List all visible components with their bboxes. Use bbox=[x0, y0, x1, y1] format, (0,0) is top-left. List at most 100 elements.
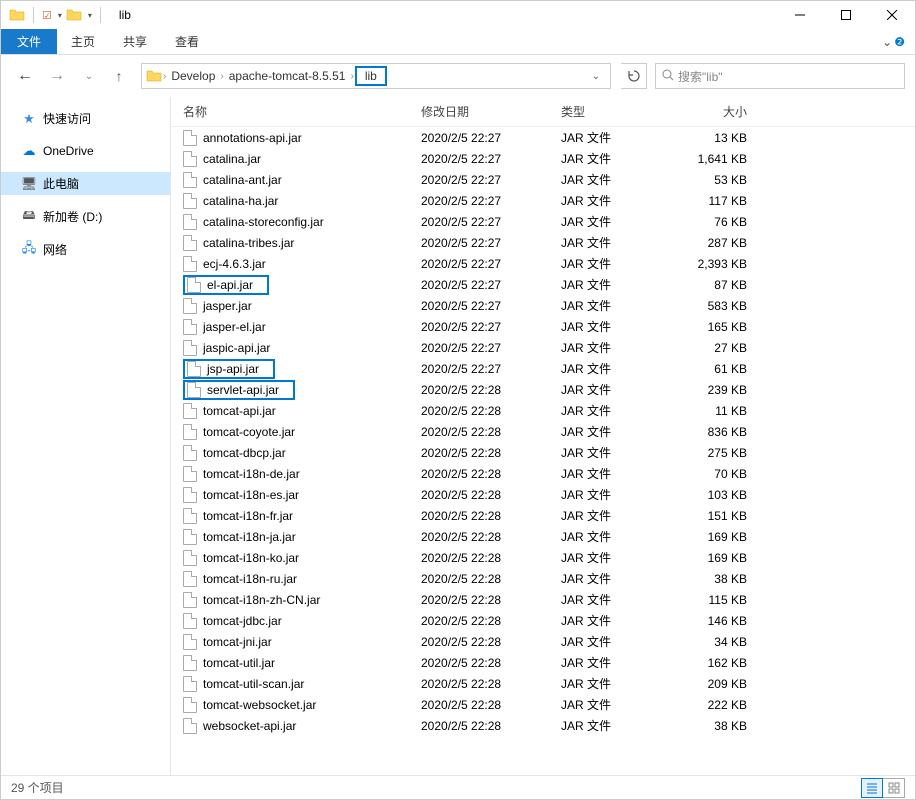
file-size: 38 KB bbox=[681, 719, 761, 733]
file-type: JAR 文件 bbox=[561, 150, 681, 167]
file-row[interactable]: tomcat-coyote.jar2020/2/5 22:28JAR 文件836… bbox=[171, 421, 915, 442]
sidebar-item-network[interactable]: 🖧 网络 bbox=[1, 238, 170, 261]
file-type: JAR 文件 bbox=[561, 486, 681, 503]
sidebar-item-label: 此电脑 bbox=[43, 175, 79, 192]
minimize-button[interactable] bbox=[777, 1, 823, 29]
file-row[interactable]: tomcat-jdbc.jar2020/2/5 22:28JAR 文件146 K… bbox=[171, 610, 915, 631]
file-size: 169 KB bbox=[681, 551, 761, 565]
column-headers: 名称 修改日期 类型 大小 bbox=[171, 97, 915, 127]
file-size: 27 KB bbox=[681, 341, 761, 355]
file-row[interactable]: annotations-api.jar2020/2/5 22:27JAR 文件1… bbox=[171, 127, 915, 148]
file-date: 2020/2/5 22:27 bbox=[421, 257, 561, 271]
maximize-button[interactable] bbox=[823, 1, 869, 29]
file-row[interactable]: tomcat-util.jar2020/2/5 22:28JAR 文件162 K… bbox=[171, 652, 915, 673]
search-placeholder: 搜索"lib" bbox=[678, 68, 723, 85]
file-row[interactable]: catalina-ha.jar2020/2/5 22:27JAR 文件117 K… bbox=[171, 190, 915, 211]
file-name: tomcat-i18n-ko.jar bbox=[203, 551, 299, 565]
details-view-button[interactable] bbox=[861, 778, 883, 798]
file-row[interactable]: jsp-api.jar2020/2/5 22:27JAR 文件61 KB bbox=[171, 358, 915, 379]
tab-share[interactable]: 共享 bbox=[109, 29, 161, 54]
search-input[interactable]: 搜索"lib" bbox=[655, 63, 905, 89]
file-name: tomcat-jdbc.jar bbox=[203, 614, 282, 628]
qat-dropdown-icon[interactable]: ▾ bbox=[58, 11, 62, 20]
file-row[interactable]: tomcat-i18n-ko.jar2020/2/5 22:28JAR 文件16… bbox=[171, 547, 915, 568]
tab-view[interactable]: 查看 bbox=[161, 29, 213, 54]
breadcrumb-item[interactable]: Develop bbox=[167, 67, 219, 85]
refresh-button[interactable] bbox=[621, 63, 647, 89]
file-row[interactable]: tomcat-util-scan.jar2020/2/5 22:28JAR 文件… bbox=[171, 673, 915, 694]
sidebar-item-this-pc[interactable]: 🖥 此电脑 bbox=[1, 172, 170, 195]
file-row[interactable]: tomcat-api.jar2020/2/5 22:28JAR 文件11 KB bbox=[171, 400, 915, 421]
file-row[interactable]: tomcat-i18n-de.jar2020/2/5 22:28JAR 文件70… bbox=[171, 463, 915, 484]
file-size: 117 KB bbox=[681, 194, 761, 208]
file-type: JAR 文件 bbox=[561, 549, 681, 566]
file-icon bbox=[183, 403, 197, 419]
check-icon[interactable]: ☑ bbox=[42, 9, 52, 22]
sidebar-item-onedrive[interactable]: ☁ OneDrive bbox=[1, 140, 170, 162]
title-bar-left: ☑ ▾ ▾ lib bbox=[1, 7, 131, 23]
column-header-date[interactable]: 修改日期 bbox=[421, 103, 561, 120]
file-icon bbox=[187, 382, 201, 398]
file-row[interactable]: tomcat-i18n-fr.jar2020/2/5 22:28JAR 文件15… bbox=[171, 505, 915, 526]
file-type: JAR 文件 bbox=[561, 570, 681, 587]
tab-home[interactable]: 主页 bbox=[57, 29, 109, 54]
file-row[interactable]: websocket-api.jar2020/2/5 22:28JAR 文件38 … bbox=[171, 715, 915, 736]
file-row[interactable]: tomcat-i18n-zh-CN.jar2020/2/5 22:28JAR 文… bbox=[171, 589, 915, 610]
sidebar-item-label: 网络 bbox=[43, 241, 67, 258]
sidebar-item-new-volume[interactable]: 🖴 新加卷 (D:) bbox=[1, 205, 170, 228]
file-type: JAR 文件 bbox=[561, 213, 681, 230]
file-name: catalina-ha.jar bbox=[203, 194, 278, 208]
file-row[interactable]: tomcat-i18n-es.jar2020/2/5 22:28JAR 文件10… bbox=[171, 484, 915, 505]
file-row[interactable]: tomcat-jni.jar2020/2/5 22:28JAR 文件34 KB bbox=[171, 631, 915, 652]
network-icon: 🖧 bbox=[21, 242, 37, 258]
icons-view-button[interactable] bbox=[883, 778, 905, 798]
window-controls bbox=[777, 1, 915, 29]
ribbon-expand-button[interactable]: ⌄ ❷ bbox=[872, 29, 915, 54]
file-row[interactable]: tomcat-i18n-ru.jar2020/2/5 22:28JAR 文件38… bbox=[171, 568, 915, 589]
file-icon bbox=[183, 424, 197, 440]
column-header-name[interactable]: 名称 bbox=[171, 103, 421, 120]
file-row[interactable]: ecj-4.6.3.jar2020/2/5 22:27JAR 文件2,393 K… bbox=[171, 253, 915, 274]
file-icon bbox=[183, 655, 197, 671]
file-name: el-api.jar bbox=[207, 278, 253, 292]
file-row[interactable]: catalina-storeconfig.jar2020/2/5 22:27JA… bbox=[171, 211, 915, 232]
up-button[interactable]: ↑ bbox=[107, 63, 131, 89]
file-row[interactable]: catalina-ant.jar2020/2/5 22:27JAR 文件53 K… bbox=[171, 169, 915, 190]
file-row[interactable]: jasper-el.jar2020/2/5 22:27JAR 文件165 KB bbox=[171, 316, 915, 337]
recent-dropdown[interactable]: ⌄ bbox=[75, 63, 103, 89]
file-name: tomcat-i18n-de.jar bbox=[203, 467, 300, 481]
qat-dropdown-icon[interactable]: ▾ bbox=[88, 11, 92, 20]
column-header-size[interactable]: 大小 bbox=[681, 103, 761, 120]
file-row[interactable]: catalina-tribes.jar2020/2/5 22:27JAR 文件2… bbox=[171, 232, 915, 253]
file-date: 2020/2/5 22:27 bbox=[421, 173, 561, 187]
file-list-pane: 名称 修改日期 类型 大小 annotations-api.jar2020/2/… bbox=[171, 97, 915, 775]
file-row[interactable]: servlet-api.jar2020/2/5 22:28JAR 文件239 K… bbox=[171, 379, 915, 400]
file-row[interactable]: el-api.jar2020/2/5 22:27JAR 文件87 KB bbox=[171, 274, 915, 295]
file-name: catalina.jar bbox=[203, 152, 261, 166]
highlighted-file: servlet-api.jar bbox=[183, 380, 295, 400]
sidebar-item-quick-access[interactable]: ★ 快速访问 bbox=[1, 107, 170, 130]
breadcrumb-bar[interactable]: › Develop › apache-tomcat-8.5.51 › lib ⌄ bbox=[141, 63, 611, 89]
close-button[interactable] bbox=[869, 1, 915, 29]
file-size: 275 KB bbox=[681, 446, 761, 460]
file-row[interactable]: tomcat-websocket.jar2020/2/5 22:28JAR 文件… bbox=[171, 694, 915, 715]
breadcrumb-dropdown-icon[interactable]: ⌄ bbox=[586, 71, 606, 82]
forward-button[interactable]: → bbox=[43, 63, 71, 89]
file-name: jsp-api.jar bbox=[207, 362, 259, 376]
column-header-type[interactable]: 类型 bbox=[561, 103, 681, 120]
breadcrumb-item[interactable]: apache-tomcat-8.5.51 bbox=[225, 67, 350, 85]
file-row[interactable]: tomcat-dbcp.jar2020/2/5 22:28JAR 文件275 K… bbox=[171, 442, 915, 463]
file-name: tomcat-coyote.jar bbox=[203, 425, 295, 439]
file-type: JAR 文件 bbox=[561, 444, 681, 461]
file-row[interactable]: tomcat-i18n-ja.jar2020/2/5 22:28JAR 文件16… bbox=[171, 526, 915, 547]
file-row[interactable]: jaspic-api.jar2020/2/5 22:27JAR 文件27 KB bbox=[171, 337, 915, 358]
back-button[interactable]: ← bbox=[11, 63, 39, 89]
file-row[interactable]: jasper.jar2020/2/5 22:27JAR 文件583 KB bbox=[171, 295, 915, 316]
file-icon bbox=[183, 340, 197, 356]
file-row[interactable]: catalina.jar2020/2/5 22:27JAR 文件1,641 KB bbox=[171, 148, 915, 169]
breadcrumb-item-current[interactable]: lib bbox=[355, 66, 387, 86]
file-date: 2020/2/5 22:27 bbox=[421, 131, 561, 145]
file-size: 287 KB bbox=[681, 236, 761, 250]
title-bar: ☑ ▾ ▾ lib bbox=[1, 1, 915, 29]
tab-file[interactable]: 文件 bbox=[1, 29, 57, 54]
